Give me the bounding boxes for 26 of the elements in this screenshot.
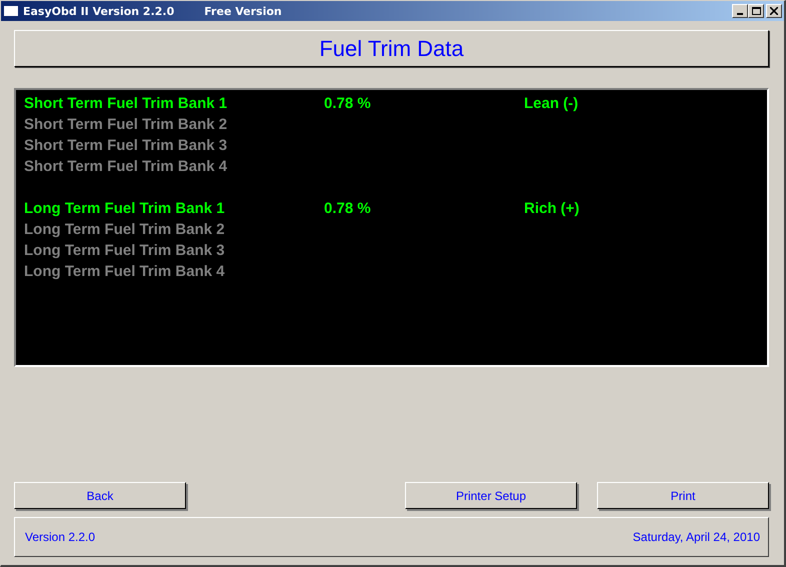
parameter-label: Short Term Fuel Trim Bank 1	[24, 95, 228, 112]
parameter-label: Long Term Fuel Trim Bank 3	[24, 242, 226, 259]
parameter-value: 0.78 %	[324, 95, 371, 112]
parameter-label: Short Term Fuel Trim Bank 4	[24, 158, 228, 175]
parameter-status: Lean (-)	[524, 95, 578, 112]
parameter-label: Long Term Fuel Trim Bank 1	[24, 200, 226, 217]
parameter-value: 0.78 %	[324, 200, 371, 217]
back-button[interactable]: Back	[14, 482, 186, 509]
parameter-label: Short Term Fuel Trim Bank 2	[24, 116, 228, 133]
print-button[interactable]: Print	[597, 482, 769, 509]
window-subtitle: Free Version	[204, 4, 282, 18]
parameter-label: Long Term Fuel Trim Bank 4	[24, 263, 226, 280]
minimize-button[interactable]	[732, 4, 748, 18]
close-button[interactable]	[766, 4, 782, 18]
window-icon	[3, 5, 19, 17]
date-text: Saturday, April 24, 2010	[632, 530, 760, 544]
parameter-label: Long Term Fuel Trim Bank 2	[24, 221, 226, 238]
parameter-label: Short Term Fuel Trim Bank 3	[24, 137, 228, 154]
maximize-button[interactable]	[748, 4, 764, 18]
page-title: Fuel Trim Data	[319, 36, 464, 62]
version-text: Version 2.2.0	[25, 530, 96, 544]
window-title: EasyObd II Version 2.2.0	[23, 4, 174, 18]
maximize-icon	[752, 7, 760, 15]
parameter-status: Rich (+)	[524, 200, 580, 217]
printer-setup-button[interactable]: Printer Setup	[405, 482, 577, 509]
close-icon	[770, 7, 778, 15]
